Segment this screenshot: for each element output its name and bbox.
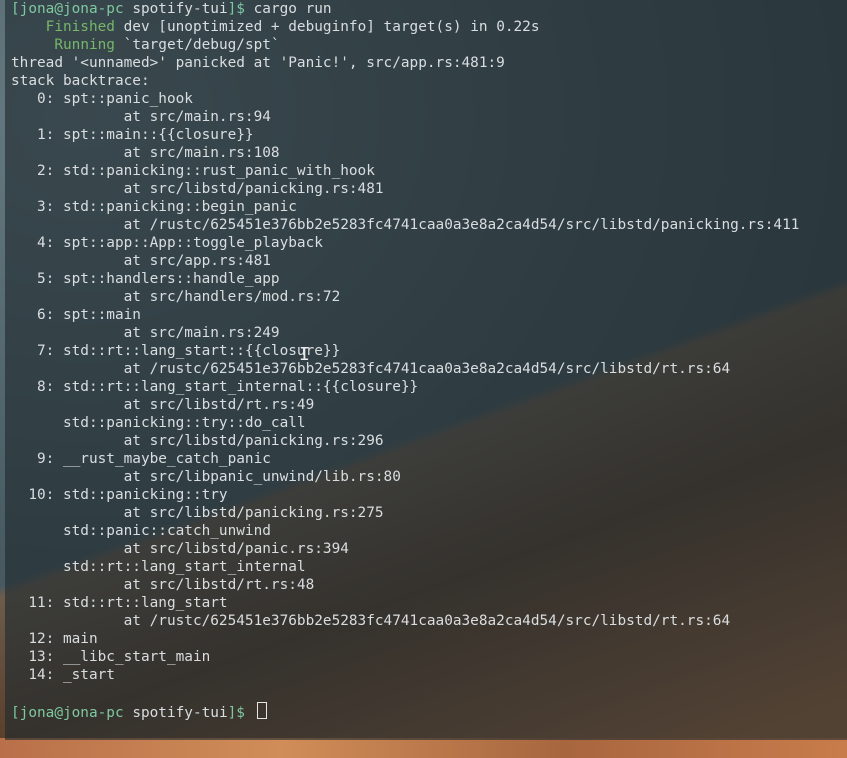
- panic-message: thread '<unnamed>' panicked at 'Panic!',…: [11, 55, 505, 71]
- backtrace-line: at src/libstd/panic.rs:394: [11, 541, 349, 557]
- backtrace-line: at src/app.rs:481: [11, 253, 271, 269]
- block-cursor-icon: [256, 702, 267, 719]
- backtrace-line: 5: spt::handlers::handle_app: [11, 271, 280, 287]
- backtrace-line: std::rt::lang_start_internal: [11, 559, 306, 575]
- i-beam-cursor-icon: I: [299, 344, 310, 365]
- running-label: Running: [54, 37, 115, 53]
- backtrace-line: 7: std::rt::lang_start::{{closure}}: [11, 343, 341, 359]
- backtrace-line: std::panicking::try::do_call: [11, 415, 306, 431]
- backtrace-line: 0: spt::panic_hook: [11, 91, 193, 107]
- backtrace-line: 10: std::panicking::try: [11, 487, 228, 503]
- running-text: `target/debug/spt`: [123, 37, 280, 53]
- backtrace-line: 13: __libc_start_main: [11, 649, 211, 665]
- backtrace-line: at src/libstd/panicking.rs:275: [11, 505, 384, 521]
- backtrace-line: std::panic::catch_unwind: [11, 523, 271, 539]
- backtrace-line: 3: std::panicking::begin_panic: [11, 199, 297, 215]
- backtrace-line: at src/libstd/rt.rs:49: [11, 397, 315, 413]
- backtrace-line: 8: std::rt::lang_start_internal::{{closu…: [11, 379, 419, 395]
- prompt-cwd: spotify-tui: [132, 1, 228, 17]
- backtrace-line: at src/main.rs:94: [11, 109, 271, 125]
- backtrace-line: 4: spt::app::App::toggle_playback: [11, 235, 323, 251]
- backtrace-line: at src/libstd/panicking.rs:481: [11, 181, 384, 197]
- prompt-user-host: [jona@jona-pc: [11, 705, 124, 721]
- prompt-end: ]$: [227, 705, 245, 721]
- backtrace-line: at src/libstd/panicking.rs:296: [11, 433, 384, 449]
- backtrace-header: stack backtrace:: [11, 73, 150, 89]
- prompt-end: ]$: [227, 1, 245, 17]
- terminal-output: [jona@jona-pc spotify-tui]$ cargo run Fi…: [11, 0, 799, 721]
- prompt-cwd: spotify-tui: [132, 705, 228, 721]
- finished-label: Finished: [45, 19, 115, 35]
- backtrace-line: 12: main: [11, 631, 98, 647]
- backtrace-line: at /rustc/625451e376bb2e5283fc4741caa0a3…: [11, 613, 731, 629]
- backtrace-line: 1: spt::main::{{closure}}: [11, 127, 254, 143]
- prompt-line-current: [jona@jona-pc spotify-tui]$: [11, 702, 799, 721]
- build-finished-line: Finished dev [unoptimized + debuginfo] t…: [11, 18, 799, 36]
- prompt-line-command: [jona@jona-pc spotify-tui]$ cargo run: [11, 0, 799, 18]
- backtrace-line: 2: std::panicking::rust_panic_with_hook: [11, 163, 375, 179]
- backtrace-line: 14: _start: [11, 667, 115, 683]
- command-text: cargo run: [253, 1, 332, 17]
- backtrace-line: at src/main.rs:108: [11, 145, 280, 161]
- backtrace-line: at src/handlers/mod.rs:72: [11, 289, 341, 305]
- backtrace-line: 9: __rust_maybe_catch_panic: [11, 451, 271, 467]
- backtrace-line: at src/main.rs:249: [11, 325, 280, 341]
- backtrace-line: at /rustc/625451e376bb2e5283fc4741caa0a3…: [11, 217, 800, 233]
- finished-text: dev [unoptimized + debuginfo] target(s) …: [123, 19, 540, 35]
- backtrace-line: at src/libstd/rt.rs:48: [11, 577, 315, 593]
- backtrace-line: 11: std::rt::lang_start: [11, 595, 228, 611]
- backtrace-line: at /rustc/625451e376bb2e5283fc4741caa0a3…: [11, 361, 731, 377]
- backtrace-line: 6: spt::main: [11, 307, 141, 323]
- prompt-user-host: [jona@jona-pc: [11, 1, 124, 17]
- backtrace-line: at src/libpanic_unwind/lib.rs:80: [11, 469, 401, 485]
- terminal-window[interactable]: [jona@jona-pc spotify-tui]$ cargo run Fi…: [5, 0, 847, 740]
- backtrace-list: 0: spt::panic_hook at src/main.rs:94 1: …: [11, 90, 799, 684]
- build-running-line: Running `target/debug/spt`: [11, 36, 799, 54]
